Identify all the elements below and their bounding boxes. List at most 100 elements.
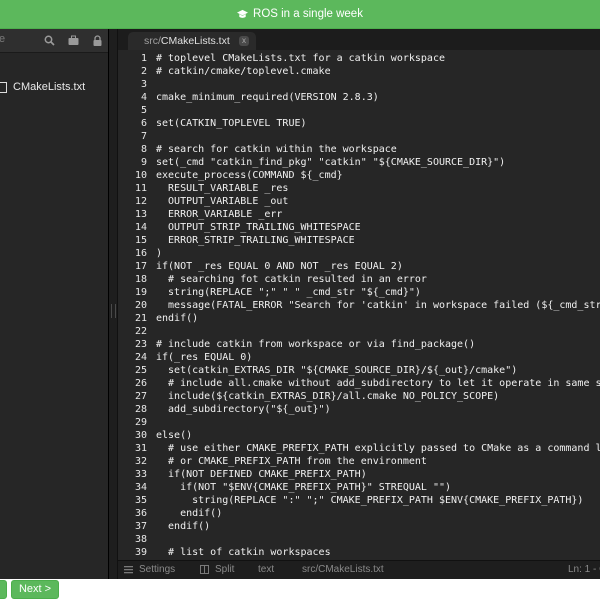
code-editor[interactable]: 1 2 3 4 5 6 7 8 9 10 11 12 13 14 15 16 17 18 19 20 21 22 23 24 2… — [118, 50, 600, 560]
code-line: cmake_minimum_required(VERSION 2.8.3) — [156, 92, 379, 103]
tab-path-prefix: src/ — [144, 35, 161, 47]
code-line: OUTPUT_VARIABLE _out — [156, 196, 289, 207]
code-line: else() — [156, 430, 193, 441]
line-number: 18 — [134, 274, 147, 285]
code-line: OUTPUT_STRIP_TRAILING_WHITESPACE — [156, 222, 361, 233]
settings-label: Settings — [139, 564, 176, 575]
line-number: 2 — [140, 66, 147, 77]
code-line: ERROR_STRIP_TRAILING_WHITESPACE — [156, 235, 355, 246]
line-number: 11 — [134, 183, 147, 194]
code-line: set(CATKIN_TOPLEVEL TRUE) — [156, 118, 307, 129]
line-number: 34 — [134, 482, 147, 493]
line-number: 39 — [134, 547, 147, 558]
code-line: endif() — [156, 521, 211, 532]
file-sidebar: e : CMakeLists.txt — [0, 29, 109, 579]
cursor-position: Ln: 1 - C — [568, 564, 600, 575]
code-line: # include catkin from workspace or via f… — [156, 339, 476, 350]
syntax-mode-selector[interactable]: text — [258, 564, 274, 575]
line-number: 13 — [134, 209, 147, 220]
code-line: if(NOT "$ENV{CMAKE_PREFIX_PATH}" STREQUA… — [156, 482, 452, 493]
status-path-label: src/CMakeLists.txt — [302, 564, 384, 575]
line-number: 30 — [134, 430, 147, 441]
code-line: add_subdirectory("${_out}") — [156, 404, 331, 415]
code-line: set(_cmd "catkin_find_pkg" "catkin" "${C… — [156, 157, 506, 168]
code-line: string(REPLACE ";" " " _cmd_str "${_cmd}… — [156, 287, 421, 298]
code-line: if(NOT DEFINED CMAKE_PREFIX_PATH) — [156, 469, 367, 480]
file-icon — [0, 81, 7, 93]
line-number: 16 — [134, 248, 147, 259]
file-search-bar[interactable]: e — [0, 29, 108, 53]
line-number: 21 — [134, 313, 147, 324]
code-line: if(NOT _res EQUAL 0 AND NOT _res EQUAL 2… — [156, 261, 403, 272]
editor-tab-bar: src/CMakeLists.txt x — [118, 29, 600, 50]
code-content[interactable]: # toplevel CMakeLists.txt for a catkin w… — [156, 50, 600, 560]
code-line: # searching fot catkin resulted in an er… — [156, 274, 427, 285]
drag-grip-icon — [111, 304, 116, 318]
code-line: execute_process(COMMAND ${_cmd} — [156, 170, 343, 181]
line-number: 4 — [140, 92, 147, 103]
briefcase-icon[interactable] — [68, 35, 79, 46]
file-search-input[interactable]: e — [0, 33, 5, 45]
course-title-bar: ROS in a single week — [0, 0, 600, 29]
code-line: string(REPLACE ":" ";" CMAKE_PREFIX_PATH… — [156, 495, 584, 506]
code-line: # use either CMAKE_PREFIX_PATH explicitl… — [168, 443, 600, 454]
split-view-icon — [200, 565, 209, 574]
line-number: 24 — [134, 352, 147, 363]
line-number: 14 — [134, 222, 147, 233]
status-file-path: src/CMakeLists.txt — [302, 564, 384, 575]
line-number: 28 — [134, 404, 147, 415]
syntax-mode-label: text — [258, 564, 275, 575]
settings-button[interactable]: Settings — [124, 564, 175, 575]
code-line: endif() — [156, 313, 199, 324]
line-number: 37 — [134, 521, 147, 532]
code-line: # list of catkin workspaces — [156, 547, 331, 558]
code-line: set(catkin_EXTRAS_DIR "${CMAKE_SOURCE_DI… — [156, 365, 518, 376]
code-line: # or CMAKE_PREFIX_PATH from the environm… — [156, 456, 427, 467]
line-number: 33 — [134, 469, 147, 480]
code-line: endif() — [156, 508, 223, 519]
tab-cmakelists[interactable]: src/CMakeLists.txt x — [128, 32, 256, 50]
line-number: 27 — [134, 391, 147, 402]
code-line: message(FATAL_ERROR "Search for 'catkin'… — [168, 300, 600, 311]
course-title: ROS in a single week — [253, 8, 363, 20]
code-line: if(_res EQUAL 0) — [156, 352, 253, 363]
line-number: 23 — [134, 339, 147, 350]
code-line: # toplevel CMakeLists.txt for a catkin w… — [156, 53, 445, 64]
line-number: 36 — [134, 508, 147, 519]
navigation-footer: Next > — [0, 579, 600, 600]
code-line: RESULT_VARIABLE _res — [156, 183, 289, 194]
lock-icon[interactable] — [92, 35, 103, 46]
code-line: # search for catkin within the workspace — [156, 144, 397, 155]
line-number: 29 — [134, 417, 147, 428]
line-number: 1 — [140, 53, 147, 64]
line-number: 17 — [134, 261, 147, 272]
line-number: 10 — [134, 170, 147, 181]
line-number: 15 — [134, 235, 147, 246]
graduation-cap-icon — [237, 9, 249, 18]
split-label: Split — [215, 564, 235, 575]
split-button[interactable]: Split — [200, 564, 234, 575]
settings-list-icon — [124, 566, 133, 574]
previous-button[interactable] — [0, 580, 7, 599]
line-number: 19 — [134, 287, 147, 298]
line-number: 6 — [140, 118, 147, 129]
line-number-gutter: 1 2 3 4 5 6 7 8 9 10 11 12 13 14 15 16 17 18 19 20 21 22 23 24 2… — [118, 50, 147, 560]
line-number: 20 — [134, 300, 147, 311]
line-number: 35 — [134, 495, 147, 506]
line-number: 5 — [140, 105, 147, 116]
editor-status-bar: Settings Split text src/CMakeLists.txt L… — [118, 560, 600, 579]
line-number: 3 — [140, 79, 147, 90]
tree-file-label: CMakeLists.txt — [13, 81, 86, 93]
line-number: 25 — [134, 365, 147, 376]
line-number: 32 — [134, 456, 147, 467]
tree-file-cmakelists[interactable]: CMakeLists.txt — [0, 79, 108, 95]
close-tab-icon[interactable]: x — [239, 36, 249, 46]
line-number: 31 — [134, 443, 147, 454]
search-icon[interactable] — [44, 35, 55, 46]
panel-resize-handle[interactable] — [109, 29, 118, 579]
code-line: include(${catkin_EXTRAS_DIR}/all.cmake N… — [156, 391, 500, 402]
next-button[interactable]: Next > — [11, 580, 59, 599]
line-number: 38 — [134, 534, 147, 545]
code-line: # catkin/cmake/toplevel.cmake — [156, 66, 331, 77]
line-number: 26 — [134, 378, 147, 389]
